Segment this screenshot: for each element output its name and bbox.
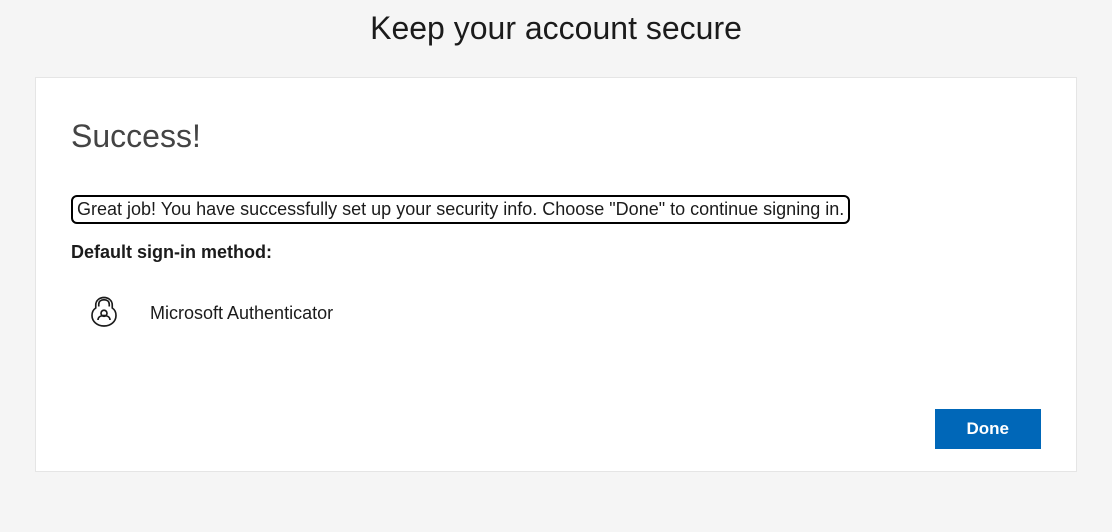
content-card: Success! Great job! You have successfull… <box>35 77 1077 472</box>
method-name: Microsoft Authenticator <box>150 303 333 324</box>
success-message: Great job! You have successfully set up … <box>71 195 850 224</box>
done-button[interactable]: Done <box>935 409 1042 449</box>
success-heading: Success! <box>71 118 1041 155</box>
page-title: Keep your account secure <box>0 10 1112 47</box>
page-header: Keep your account secure <box>0 0 1112 77</box>
button-row: Done <box>935 409 1042 449</box>
authenticator-icon <box>86 293 122 334</box>
default-method-label: Default sign-in method: <box>71 242 1041 263</box>
method-row: Microsoft Authenticator <box>71 293 1041 334</box>
